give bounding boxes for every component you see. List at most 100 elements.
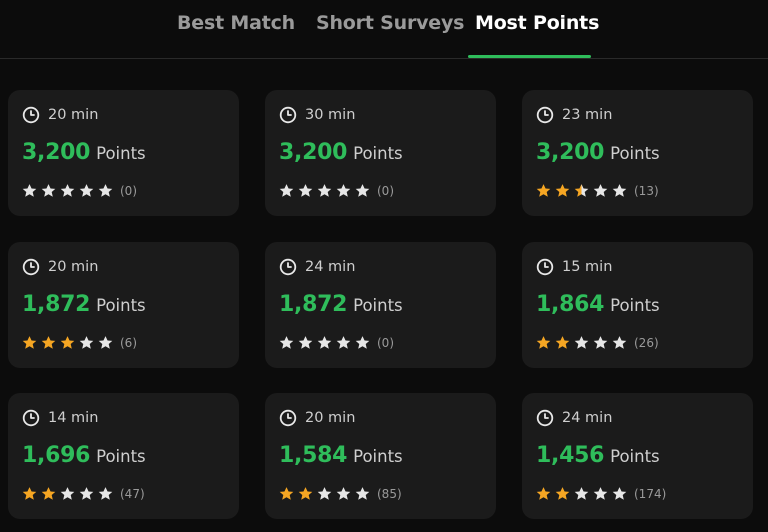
survey-card[interactable]: 14 min 1,696 Points (47) xyxy=(8,393,239,519)
survey-card[interactable]: 15 min 1,864 Points (26) xyxy=(522,242,753,368)
star-rating: (0) xyxy=(279,183,394,198)
points-value: 3,200 xyxy=(279,140,348,165)
star-rating: (26) xyxy=(536,335,659,350)
review-count: (26) xyxy=(634,335,659,350)
star-icon xyxy=(22,335,37,350)
clock-icon xyxy=(536,258,554,276)
star-icon xyxy=(98,486,113,501)
survey-card[interactable]: 30 min 3,200 Points (0) xyxy=(265,90,496,216)
survey-points: 1,584 Points xyxy=(279,443,403,468)
duration-text: 14 min xyxy=(48,410,99,426)
review-count: (174) xyxy=(634,486,667,501)
points-value: 1,584 xyxy=(279,443,348,468)
star-rating: (0) xyxy=(22,183,137,198)
star-icon xyxy=(317,183,332,198)
star-icon xyxy=(22,486,37,501)
star-rating: (47) xyxy=(22,486,145,501)
star-icon xyxy=(536,183,551,198)
points-value: 3,200 xyxy=(536,140,605,165)
survey-duration: 20 min xyxy=(22,258,98,276)
star-icon xyxy=(98,335,113,350)
star-icon xyxy=(593,335,608,350)
star-icon xyxy=(41,335,56,350)
points-label: Points xyxy=(353,447,403,466)
star-icon xyxy=(355,335,370,350)
duration-text: 20 min xyxy=(48,259,99,275)
star-icon xyxy=(574,335,589,350)
points-value: 1,872 xyxy=(22,292,91,317)
duration-text: 20 min xyxy=(48,107,99,123)
star-icon xyxy=(98,183,113,198)
points-label: Points xyxy=(610,447,660,466)
star-icon xyxy=(279,183,294,198)
duration-text: 30 min xyxy=(305,107,356,123)
star-rating: (0) xyxy=(279,335,394,350)
star-icon xyxy=(555,183,570,198)
survey-points: 3,200 Points xyxy=(536,140,660,165)
star-icon xyxy=(555,335,570,350)
points-value: 1,456 xyxy=(536,443,605,468)
star-icon xyxy=(593,183,608,198)
review-count: (0) xyxy=(120,183,137,198)
star-icon xyxy=(355,486,370,501)
survey-card[interactable]: 24 min 1,872 Points (0) xyxy=(265,242,496,368)
star-icon xyxy=(612,486,627,501)
survey-points: 3,200 Points xyxy=(22,140,146,165)
survey-duration: 30 min xyxy=(279,106,355,124)
clock-icon xyxy=(22,106,40,124)
points-value: 1,872 xyxy=(279,292,348,317)
star-icon xyxy=(60,183,75,198)
survey-points: 3,200 Points xyxy=(279,140,403,165)
survey-duration: 15 min xyxy=(536,258,612,276)
duration-text: 24 min xyxy=(562,410,613,426)
clock-icon xyxy=(536,409,554,427)
star-icon xyxy=(22,183,37,198)
survey-card[interactable]: 23 min 3,200 Points (13) xyxy=(522,90,753,216)
points-label: Points xyxy=(610,144,660,163)
survey-card[interactable]: 24 min 1,456 Points (174) xyxy=(522,393,753,519)
star-icon xyxy=(355,183,370,198)
survey-duration: 24 min xyxy=(536,409,612,427)
star-icon xyxy=(60,486,75,501)
star-icon xyxy=(555,486,570,501)
star-rating: (13) xyxy=(536,183,659,198)
clock-icon xyxy=(536,106,554,124)
points-label: Points xyxy=(96,296,146,315)
star-icon xyxy=(60,335,75,350)
survey-points: 1,456 Points xyxy=(536,443,660,468)
survey-duration: 14 min xyxy=(22,409,98,427)
points-label: Points xyxy=(353,296,403,315)
review-count: (0) xyxy=(377,335,394,350)
survey-card[interactable]: 20 min 3,200 Points (0) xyxy=(8,90,239,216)
survey-points: 1,864 Points xyxy=(536,292,660,317)
star-icon xyxy=(279,486,294,501)
survey-card[interactable]: 20 min 1,872 Points (6) xyxy=(8,242,239,368)
star-rating: (85) xyxy=(279,486,402,501)
star-icon xyxy=(612,183,627,198)
star-icon xyxy=(41,183,56,198)
clock-icon xyxy=(279,409,297,427)
points-value: 3,200 xyxy=(22,140,91,165)
review-count: (6) xyxy=(120,335,137,350)
survey-card[interactable]: 20 min 1,584 Points (85) xyxy=(265,393,496,519)
duration-text: 24 min xyxy=(305,259,356,275)
points-label: Points xyxy=(353,144,403,163)
star-icon xyxy=(279,335,294,350)
survey-duration: 24 min xyxy=(279,258,355,276)
review-count: (13) xyxy=(634,183,659,198)
survey-duration: 20 min xyxy=(22,106,98,124)
star-icon xyxy=(612,335,627,350)
star-icon xyxy=(79,183,94,198)
clock-icon xyxy=(22,258,40,276)
review-count: (47) xyxy=(120,486,145,501)
star-icon xyxy=(298,335,313,350)
survey-points: 1,872 Points xyxy=(22,292,146,317)
star-icon xyxy=(41,486,56,501)
clock-icon xyxy=(279,258,297,276)
star-icon xyxy=(298,486,313,501)
survey-duration: 23 min xyxy=(536,106,612,124)
duration-text: 20 min xyxy=(305,410,356,426)
star-icon xyxy=(336,335,351,350)
survey-points: 1,872 Points xyxy=(279,292,403,317)
star-icon xyxy=(574,183,589,198)
